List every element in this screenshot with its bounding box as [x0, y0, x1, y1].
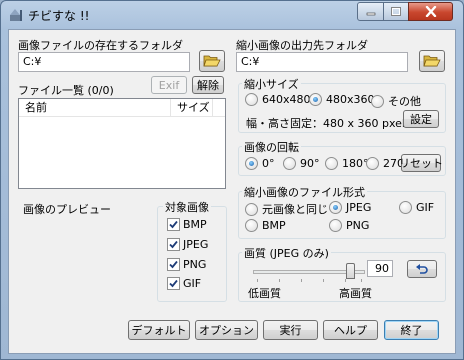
maximize-button[interactable]	[383, 2, 409, 21]
default-button[interactable]: デフォルト	[128, 320, 190, 340]
quality-label: 画質 (JPEG のみ)	[242, 245, 331, 261]
window-title: チビすな !!	[28, 9, 90, 23]
radio-format-same[interactable]: 元画像と同じ	[245, 201, 328, 217]
file-list-label: ファイル一覧 (0/0)	[18, 84, 114, 97]
low-quality-label: 低画質	[248, 287, 281, 300]
run-button[interactable]: 実行	[263, 320, 318, 340]
file-list-header: 名前 サイズ	[19, 99, 225, 117]
column-name[interactable]: 名前	[19, 99, 171, 117]
high-quality-label: 高画質	[339, 287, 372, 300]
checkbox-gif[interactable]: GIF	[167, 277, 201, 290]
checkbox-box[interactable]	[167, 218, 180, 231]
checkmark-icon	[169, 220, 178, 229]
exit-button[interactable]: 終了	[384, 320, 439, 340]
settings-button[interactable]: 設定	[403, 110, 439, 128]
radio-format-png[interactable]: PNG	[329, 219, 369, 232]
checkbox-jpeg[interactable]: JPEG	[167, 238, 208, 251]
output-folder-label: 縮小画像の出力先フォルダ	[236, 39, 368, 52]
format-label: 縮小画像のファイル形式	[242, 184, 367, 200]
slider-thumb[interactable]	[346, 263, 355, 279]
column-size[interactable]: サイズ	[171, 99, 213, 117]
maximize-icon	[391, 7, 401, 16]
radio-format-jpeg[interactable]: JPEG	[329, 201, 371, 214]
checkmark-icon	[169, 240, 178, 249]
radio-other-size[interactable]: その他	[371, 93, 421, 109]
output-folder-browse-button[interactable]	[419, 50, 445, 72]
exif-button[interactable]: Exif	[151, 76, 187, 94]
output-folder-input[interactable]: C:¥	[236, 52, 408, 72]
app-logo-icon	[10, 9, 22, 21]
source-folder-input[interactable]: C:¥	[18, 52, 190, 72]
close-button[interactable]	[408, 2, 453, 21]
options-button[interactable]: オプション	[195, 320, 258, 340]
checkmark-icon	[169, 279, 178, 288]
radio-rotate-180[interactable]: 180°	[325, 157, 369, 170]
checkbox-png[interactable]: PNG	[167, 258, 206, 271]
radio-format-bmp[interactable]: BMP	[245, 219, 286, 232]
checkbox-box[interactable]	[167, 258, 180, 271]
preview-label: 画像のプレビュー	[23, 203, 111, 216]
source-folder-label: 画像ファイルの存在するフォルダ	[18, 39, 183, 52]
main-panel: 画像ファイルの存在するフォルダ C:¥ 縮小画像の出力先フォルダ C:¥ ファイ…	[8, 29, 456, 354]
fixed-size-text: 幅・高さ固定：480 x 360 pxel	[246, 117, 405, 130]
radio-rotate-90[interactable]: 90°	[283, 157, 320, 170]
file-list[interactable]: 名前 サイズ	[18, 98, 226, 189]
folder-open-icon	[423, 55, 441, 67]
quality-undo-button[interactable]	[407, 260, 437, 278]
resize-label: 縮小サイズ	[242, 76, 301, 92]
rotation-label: 画像の回転	[242, 139, 301, 155]
radio-rotate-0[interactable]: 0°	[245, 157, 275, 170]
title-bar[interactable]: チビすな !!	[1, 1, 463, 29]
app-window: チビすな !! 画像ファイルの存在するフォルダ C:¥ 縮小画像の出力先フォルダ…	[0, 0, 464, 360]
folder-open-icon	[203, 55, 221, 67]
checkbox-bmp[interactable]: BMP	[167, 218, 207, 231]
quality-value-input[interactable]: 90	[367, 260, 393, 277]
source-folder-browse-button[interactable]	[199, 50, 225, 72]
reset-button[interactable]: リセット	[399, 154, 443, 172]
undo-icon	[416, 264, 428, 274]
radio-480x360[interactable]: 480x360	[309, 93, 375, 106]
quality-slider[interactable]	[253, 263, 365, 283]
help-button[interactable]: ヘルプ	[323, 320, 378, 340]
target-images-label: 対象画像	[163, 199, 211, 215]
clear-button[interactable]: 解除	[192, 76, 224, 94]
close-icon	[425, 6, 436, 17]
checkbox-box[interactable]	[167, 277, 180, 290]
minimize-button[interactable]	[357, 2, 384, 21]
radio-640x480[interactable]: 640x480	[245, 93, 311, 106]
minimize-icon	[366, 12, 375, 15]
checkmark-icon	[169, 260, 178, 269]
radio-format-gif[interactable]: GIF	[399, 201, 434, 214]
checkbox-box[interactable]	[167, 238, 180, 251]
